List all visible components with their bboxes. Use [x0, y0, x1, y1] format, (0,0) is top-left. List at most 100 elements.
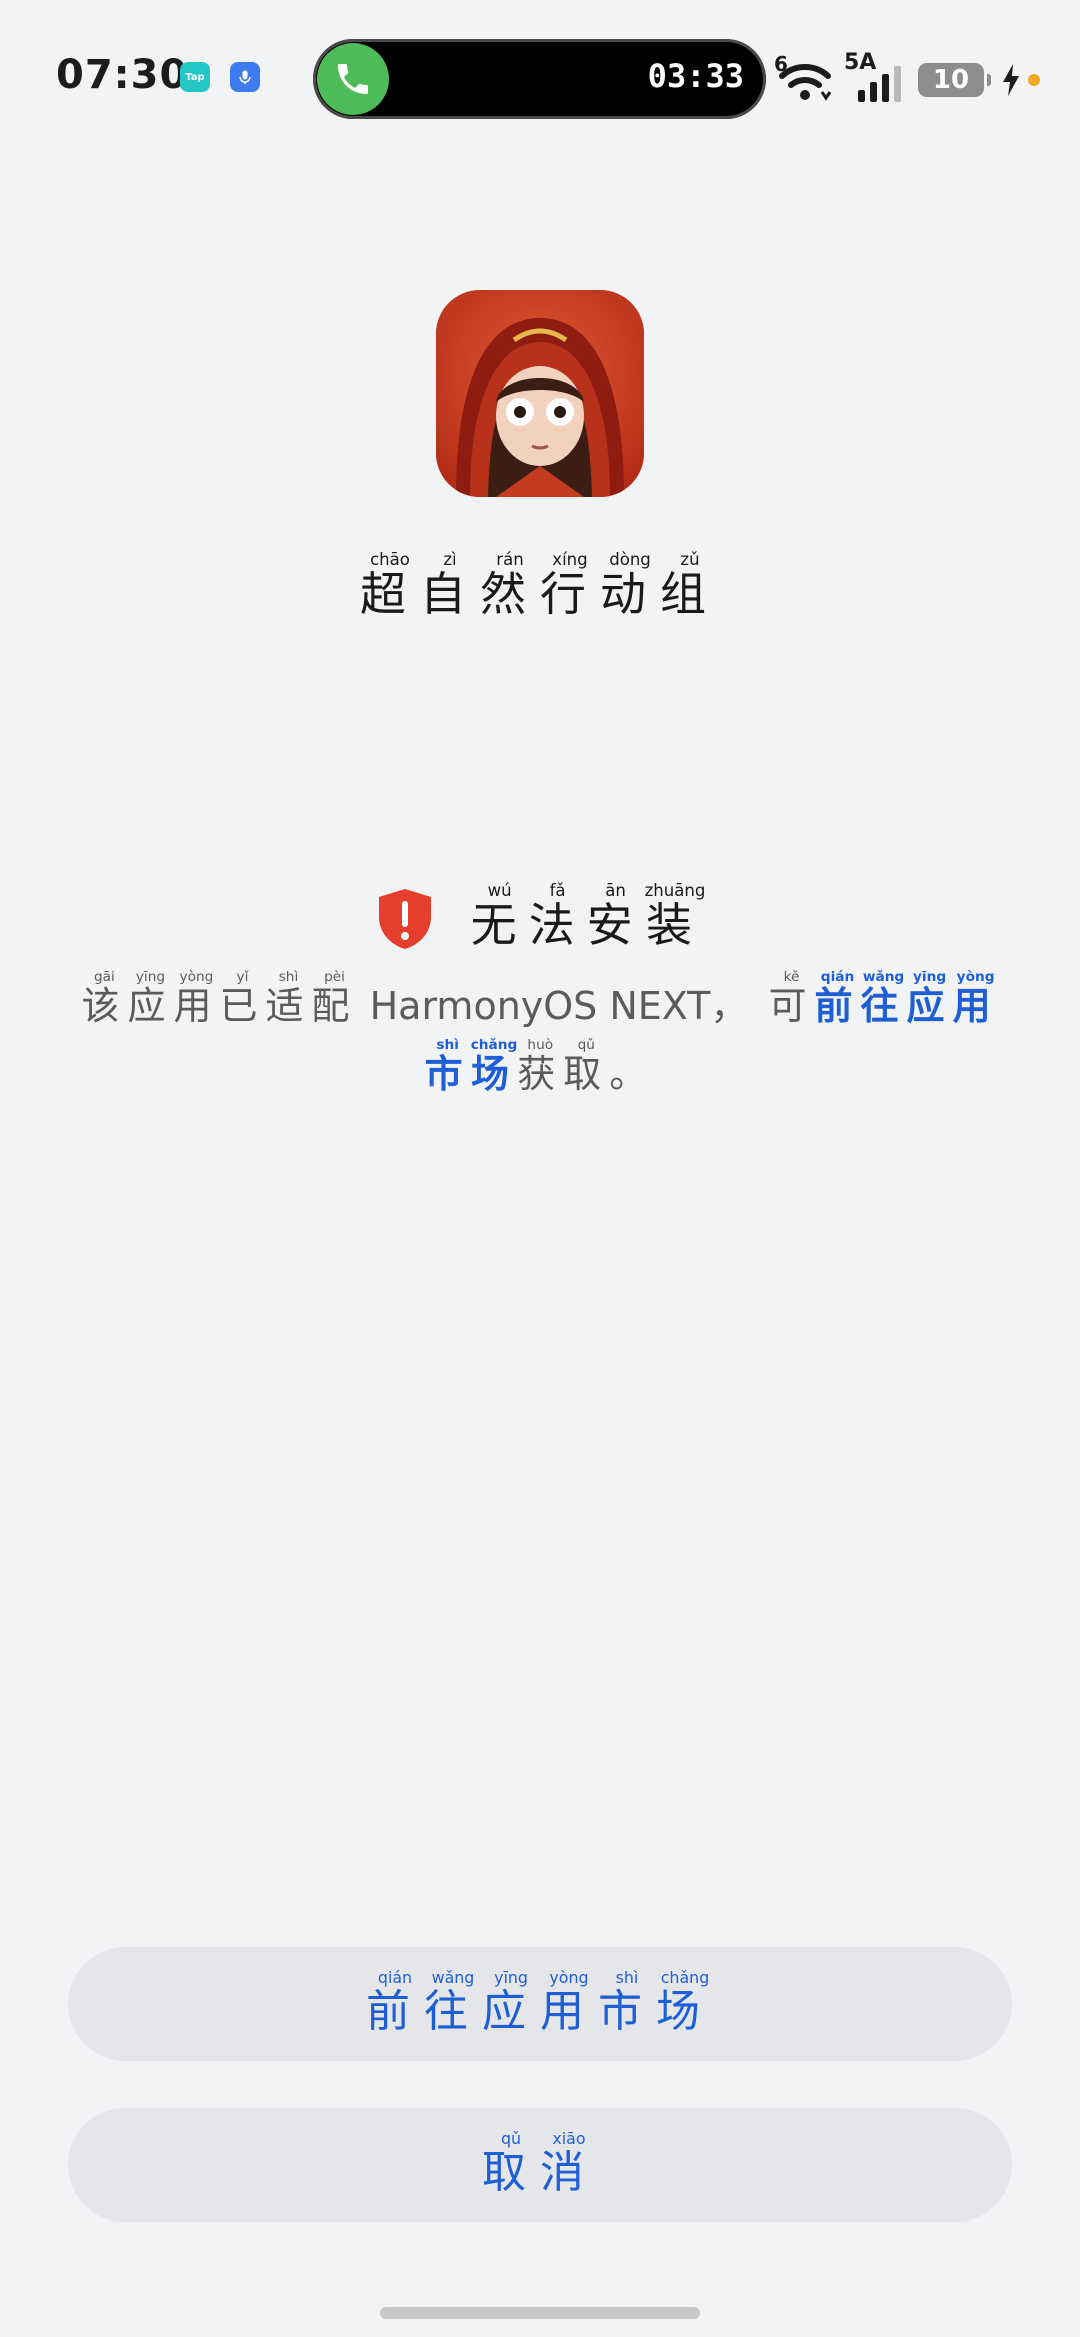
hanzi-with-pinyin: 前qián: [366, 1967, 424, 2039]
message-text: 该gāi应yīng用yòng已yǐ适shì配pèi: [81, 969, 358, 1028]
hanzi-char: 消: [540, 2146, 598, 2198]
pinyin-annotation: xiāo: [540, 2128, 598, 2148]
hanzi-char: 应: [482, 1985, 540, 2037]
hanzi-char: 配: [311, 984, 358, 1028]
pinyin-annotation: qián: [814, 969, 861, 985]
hanzi-char: 获: [517, 1052, 564, 1096]
home-indicator[interactable]: [380, 2307, 700, 2319]
hanzi-char: 然: [480, 567, 540, 621]
battery-icon: 10: [918, 63, 991, 97]
hanzi-with-pinyin: 应yīng: [906, 969, 953, 1028]
hanzi-with-pinyin: 应yīng: [482, 1967, 540, 2039]
app-icon: [436, 290, 644, 497]
pinyin-annotation: dòng: [600, 550, 660, 569]
status-bar: 07:30 Tap 03:33 6 5A 10: [0, 0, 1080, 160]
hanzi-with-pinyin: 市shì: [598, 1967, 656, 2039]
hanzi-with-pinyin: 装zhuāng: [644, 881, 706, 952]
message-text: 可kě: [768, 969, 815, 1028]
hanzi-with-pinyin: 该gāi: [81, 969, 127, 1028]
pinyin-annotation: yīng: [482, 1967, 540, 1987]
pinyin-annotation: shì: [598, 1967, 656, 1987]
hanzi-with-pinyin: 往wǎng: [860, 969, 907, 1028]
pinyin-annotation: chāo: [360, 550, 420, 569]
pinyin-annotation: yīng: [127, 969, 174, 985]
hanzi-char: 取: [563, 1052, 610, 1096]
pinyin-annotation: kě: [768, 969, 815, 985]
pinyin-annotation: yǐ: [219, 969, 266, 985]
open-app-market-button[interactable]: 前qián 往wǎng 应yīng 用yòng 市shì 场chǎng: [68, 1947, 1012, 2061]
status-time: 07:30: [56, 52, 189, 98]
hanzi-with-pinyin: 用yòng: [173, 969, 220, 1028]
hanzi-with-pinyin: 用yòng: [540, 1967, 598, 2039]
hanzi-char: 市: [598, 1985, 656, 2037]
hanzi-with-pinyin: 取qǔ: [563, 1037, 610, 1096]
hanzi-with-pinyin: 用yòng: [952, 969, 999, 1028]
pinyin-annotation: huò: [517, 1037, 564, 1053]
pinyin-annotation: wú: [470, 881, 529, 900]
cellular-signal-icon: 5A: [844, 50, 906, 102]
pinyin-annotation: yīng: [906, 969, 953, 985]
hanzi-with-pinyin: 场chǎng: [656, 1967, 714, 2039]
pinyin-annotation: yòng: [952, 969, 999, 985]
pinyin-annotation: wǎng: [860, 969, 907, 985]
hanzi-char: 动: [600, 567, 660, 621]
pinyin-annotation: qǔ: [482, 2128, 540, 2148]
app-name-char: 组zǔ: [660, 550, 720, 621]
hanzi-char: 应: [127, 984, 174, 1028]
hanzi-with-pinyin: 配pèi: [311, 969, 358, 1028]
ongoing-call-pill[interactable]: 03:33: [313, 39, 766, 119]
hanzi-with-pinyin: 取qǔ: [482, 2128, 540, 2200]
hanzi-char: 已: [219, 984, 266, 1028]
hanzi-char: 往: [860, 984, 907, 1028]
pinyin-annotation: shì: [424, 1037, 471, 1053]
pinyin-annotation: xíng: [540, 550, 600, 569]
hanzi-with-pinyin: 市shì: [424, 1037, 471, 1096]
pinyin-annotation: qǔ: [563, 1037, 610, 1053]
pinyin-annotation: fǎ: [528, 881, 587, 900]
call-timer: 03:33: [647, 57, 744, 95]
hanzi-char: 前: [814, 984, 861, 1028]
pinyin-annotation: qián: [366, 1967, 424, 1987]
hanzi-char: 应: [906, 984, 953, 1028]
hanzi-char: 组: [660, 567, 720, 621]
hanzi-with-pinyin: 消xiāo: [540, 2128, 598, 2200]
hanzi-char: 场: [470, 1052, 518, 1096]
hanzi-char: 行: [540, 567, 600, 621]
shield-warning-icon: [375, 887, 435, 951]
hanzi-char: 用: [952, 984, 999, 1028]
hanzi-char: 市: [424, 1052, 471, 1096]
hanzi-char: 可: [768, 984, 815, 1028]
taptap-icon: Tap: [180, 62, 210, 92]
hanzi-char: 装: [644, 898, 706, 952]
status-indicators: 6 5A 10: [774, 50, 1040, 104]
hanzi-with-pinyin: 应yīng: [127, 969, 174, 1028]
wifi-icon: 6: [774, 52, 832, 102]
pinyin-annotation: yòng: [540, 1967, 598, 1987]
hanzi-char: 场: [656, 1985, 714, 2037]
app-name-char: 超chāo: [360, 550, 420, 621]
pinyin-annotation: yòng: [173, 969, 220, 985]
install-error-title: 无wú法fǎ安ān装zhuāng: [470, 881, 706, 955]
hanzi-char: 安: [586, 898, 645, 952]
platform-name: HarmonyOS NEXT: [369, 984, 711, 1028]
pinyin-annotation: zhuāng: [644, 881, 706, 900]
hanzi-with-pinyin: 场chǎng: [470, 1037, 518, 1096]
hanzi-char: 超: [360, 567, 420, 621]
pinyin-annotation: pèi: [311, 969, 358, 985]
hanzi-with-pinyin: 法fǎ: [529, 881, 587, 952]
hanzi-char: 适: [265, 984, 312, 1028]
message-text: 获huò取qǔ。: [517, 1037, 656, 1096]
pinyin-annotation: ān: [586, 881, 645, 900]
hanzi-char: 用: [173, 984, 220, 1028]
pinyin-annotation: shì: [265, 969, 312, 985]
hanzi-with-pinyin: 已yǐ: [219, 969, 266, 1028]
hanzi-with-pinyin: 安ān: [586, 881, 645, 952]
phone-icon: [317, 43, 389, 115]
app-name: 超chāo自zì然rán行xíng动dòng组zǔ: [0, 550, 1080, 624]
pinyin-annotation: zǔ: [660, 550, 720, 569]
cancel-button[interactable]: 取qǔ 消xiāo: [68, 2108, 1012, 2222]
app-name-char: 然rán: [480, 550, 540, 621]
hanzi-with-pinyin: 获huò: [517, 1037, 564, 1096]
hanzi-with-pinyin: 往wǎng: [424, 1968, 482, 2039]
pinyin-annotation: chǎng: [656, 1967, 714, 1987]
